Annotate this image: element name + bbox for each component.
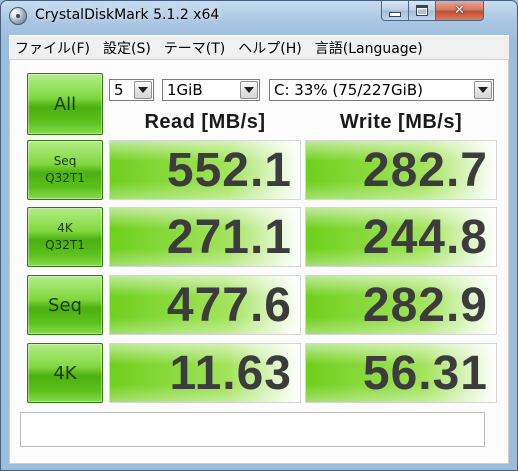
drive-select[interactable]: C: 33% (75/227GiB) bbox=[269, 79, 494, 101]
menu-settings[interactable]: 設定(S) bbox=[97, 38, 158, 58]
read-value: 477.6 bbox=[166, 279, 292, 332]
test-count-value: 5 bbox=[114, 81, 124, 99]
test-label-line1: Seq bbox=[53, 154, 77, 168]
read-value-cell: 11.63 bbox=[109, 343, 301, 403]
minimize-icon bbox=[389, 12, 401, 17]
seq-q32t1-button[interactable]: Seq Q32T1 bbox=[27, 140, 103, 200]
menu-file[interactable]: ファイル(F) bbox=[9, 38, 97, 58]
close-button[interactable]: ✕ bbox=[436, 1, 484, 21]
test-label-line1: 4K bbox=[57, 221, 73, 235]
test-label-line2: Q32T1 bbox=[45, 238, 85, 252]
chevron-down-icon[interactable] bbox=[240, 81, 258, 99]
minimize-button[interactable] bbox=[381, 1, 409, 21]
read-value: 552.1 bbox=[166, 144, 292, 197]
all-button[interactable]: All bbox=[27, 73, 103, 135]
drive-value: C: 33% (75/227GiB) bbox=[274, 81, 423, 99]
test-size-value: 1GiB bbox=[167, 81, 203, 99]
read-value-cell: 552.1 bbox=[109, 140, 301, 200]
test-count-select[interactable]: 5 bbox=[109, 79, 154, 101]
read-header: Read [MB/s] bbox=[144, 111, 266, 133]
4k-q32t1-button[interactable]: 4K Q32T1 bbox=[27, 207, 103, 267]
read-value: 11.63 bbox=[169, 347, 292, 400]
app-icon[interactable] bbox=[9, 7, 27, 25]
write-value: 282.7 bbox=[362, 144, 488, 197]
write-value-cell: 244.8 bbox=[305, 207, 497, 267]
menu-help[interactable]: ヘルプ(H) bbox=[232, 38, 308, 58]
chevron-down-icon[interactable] bbox=[134, 81, 152, 99]
read-value-cell: 477.6 bbox=[109, 275, 301, 335]
write-value: 282.9 bbox=[362, 279, 488, 332]
write-value: 56.31 bbox=[362, 347, 488, 400]
main-panel: All 5 1GiB C: 33% (75/227GiB) Read [MB/s… bbox=[9, 59, 509, 464]
window-title: CrystalDiskMark 5.1.2 x64 bbox=[35, 7, 220, 23]
chevron-down-icon[interactable] bbox=[474, 81, 492, 99]
menu-theme[interactable]: テーマ(T) bbox=[158, 38, 232, 58]
comment-field[interactable] bbox=[20, 412, 485, 447]
seq-button[interactable]: Seq bbox=[27, 275, 103, 335]
menu-bar: ファイル(F) 設定(S) テーマ(T) ヘルプ(H) 言語(Language) bbox=[9, 35, 509, 60]
write-value-cell: 56.31 bbox=[305, 343, 497, 403]
window-frame: CrystalDiskMark 5.1.2 x64 ✕ ファイル(F) 設定(S… bbox=[0, 0, 518, 471]
read-value-cell: 271.1 bbox=[109, 207, 301, 267]
menu-language[interactable]: 言語(Language) bbox=[309, 38, 430, 58]
maximize-icon bbox=[416, 5, 428, 16]
maximize-button[interactable] bbox=[409, 1, 436, 21]
test-label-line2: Q32T1 bbox=[45, 171, 85, 185]
write-value-cell: 282.9 bbox=[305, 275, 497, 335]
write-value-cell: 282.7 bbox=[305, 140, 497, 200]
close-icon: ✕ bbox=[454, 3, 465, 18]
title-bar[interactable]: CrystalDiskMark 5.1.2 x64 ✕ bbox=[1, 1, 517, 31]
read-value: 271.1 bbox=[166, 211, 292, 264]
write-value: 244.8 bbox=[362, 211, 488, 264]
test-size-select[interactable]: 1GiB bbox=[162, 79, 260, 101]
write-header: Write [MB/s] bbox=[339, 111, 463, 133]
4k-button[interactable]: 4K bbox=[27, 343, 103, 403]
